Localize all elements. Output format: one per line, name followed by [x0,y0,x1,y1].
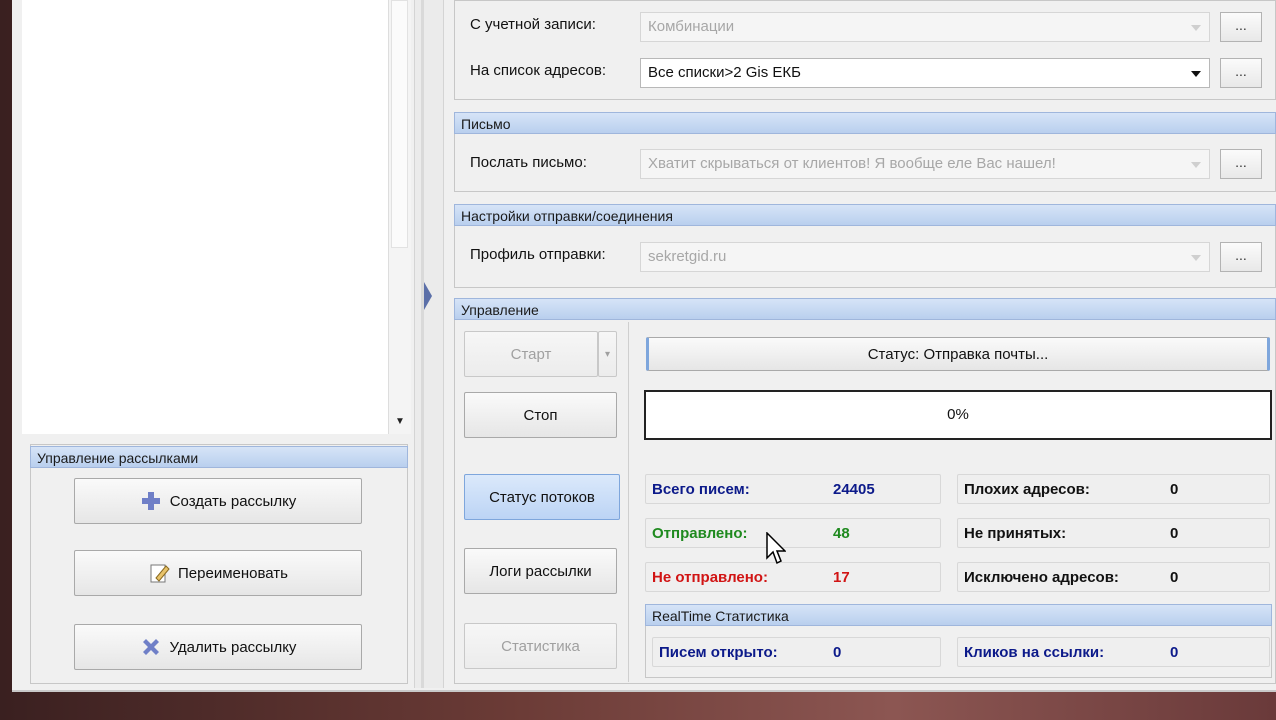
create-mailing-button[interactable]: Создать рассылку [74,478,362,524]
chevron-down-icon [1191,25,1201,31]
collapse-arrow-icon[interactable] [424,282,432,310]
rename-mailing-button[interactable]: Переименовать [74,550,362,596]
letter-group-title: Письмо [454,112,1276,134]
total-letters-cell: Всего писем: 24405 [645,474,941,504]
panel-splitter[interactable] [414,0,444,688]
pencil-note-icon [150,564,170,583]
scroll-thumb[interactable] [391,0,408,248]
unsent-label: Не отправлено: [652,568,768,586]
connection-group-title: Настройки отправки/соединения [454,204,1276,226]
mailings-group-title: Управление рассылками [30,446,408,468]
total-letters-value: 24405 [833,480,875,498]
delete-x-icon [142,639,159,655]
mailing-logs-button[interactable]: Логи рассылки [464,548,617,594]
letter-value: Хватит скрываться от клиентов! Я вообще … [648,155,1056,172]
profile-label: Профиль отправки: [470,246,606,263]
profile-select[interactable]: sekretgid.ru [640,242,1210,272]
mailing-list-scrollbar[interactable]: ▼ [388,0,411,434]
delete-mailing-button[interactable]: Удалить рассылку [74,624,362,670]
clicks-cell: Кликов на ссылки: 0 [957,637,1270,667]
address-list-label: На список адресов: [470,62,607,79]
rejected-value: 0 [1170,524,1179,542]
letter-label: Послать письмо: [470,154,587,171]
address-list-more-button[interactable]: ... [1220,58,1262,88]
chevron-down-icon: ▾ [604,348,611,360]
delete-mailing-label: Удалить рассылку [169,638,297,656]
rejected-cell: Не принятых: 0 [957,518,1270,548]
splitter-line [421,0,424,688]
status-panel: Статус: Отправка почты... [646,337,1270,371]
progress-text: 0% [947,406,969,423]
control-divider [628,322,629,682]
bad-addresses-label: Плохих адресов: [964,480,1090,498]
start-dropdown-button[interactable]: ▾ [598,331,617,377]
account-label: С учетной записи: [470,16,596,33]
scroll-down-arrow-icon[interactable]: ▼ [389,410,411,434]
unsent-cell: Не отправлено: 17 [645,562,941,592]
bad-addresses-cell: Плохих адресов: 0 [957,474,1270,504]
profile-value: sekretgid.ru [648,248,727,265]
stop-button[interactable]: Стоп [464,392,617,438]
account-select[interactable]: Комбинации [640,12,1210,42]
letter-more-button[interactable]: ... [1220,149,1262,179]
mouse-cursor-icon [766,532,786,565]
unsent-value: 17 [833,568,850,586]
account-more-button[interactable]: ... [1220,12,1262,42]
clicks-label: Кликов на ссылки: [964,643,1105,661]
profile-more-button[interactable]: ... [1220,242,1262,272]
bad-addresses-value: 0 [1170,480,1179,498]
account-value: Комбинации [648,18,735,35]
excluded-cell: Исключено адресов: 0 [957,562,1270,592]
excluded-value: 0 [1170,568,1179,586]
progress-bar: 0% [644,390,1272,440]
chevron-down-icon [1191,255,1201,261]
chevron-down-icon [1191,71,1201,77]
rename-mailing-label: Переименовать [178,564,288,582]
statistics-button[interactable]: Статистика [464,623,617,669]
rejected-label: Не принятых: [964,524,1067,542]
clicks-value: 0 [1170,643,1179,661]
thread-status-button[interactable]: Статус потоков [464,474,620,520]
plus-icon [141,492,160,510]
opened-label: Писем открыто: [659,643,778,661]
address-list-select[interactable]: Все списки>2 Gis ЕКБ [640,58,1210,88]
sent-cell: Отправлено: 48 [645,518,941,548]
total-letters-label: Всего писем: [652,480,750,498]
address-list-value: Все списки>2 Gis ЕКБ [648,64,801,81]
letter-select[interactable]: Хватит скрываться от клиентов! Я вообще … [640,149,1210,179]
opened-value: 0 [833,643,842,661]
chevron-down-icon [1191,162,1201,168]
control-group-title: Управление [454,298,1276,320]
opened-cell: Писем открыто: 0 [652,637,941,667]
realtime-group-title: RealTime Статистика [645,604,1272,626]
sent-label: Отправлено: [652,524,748,542]
create-mailing-label: Создать рассылку [169,492,297,510]
sent-value: 48 [833,524,850,542]
mailing-list[interactable] [22,0,389,434]
start-button[interactable]: Старт [464,331,598,377]
excluded-label: Исключено адресов: [964,568,1119,586]
